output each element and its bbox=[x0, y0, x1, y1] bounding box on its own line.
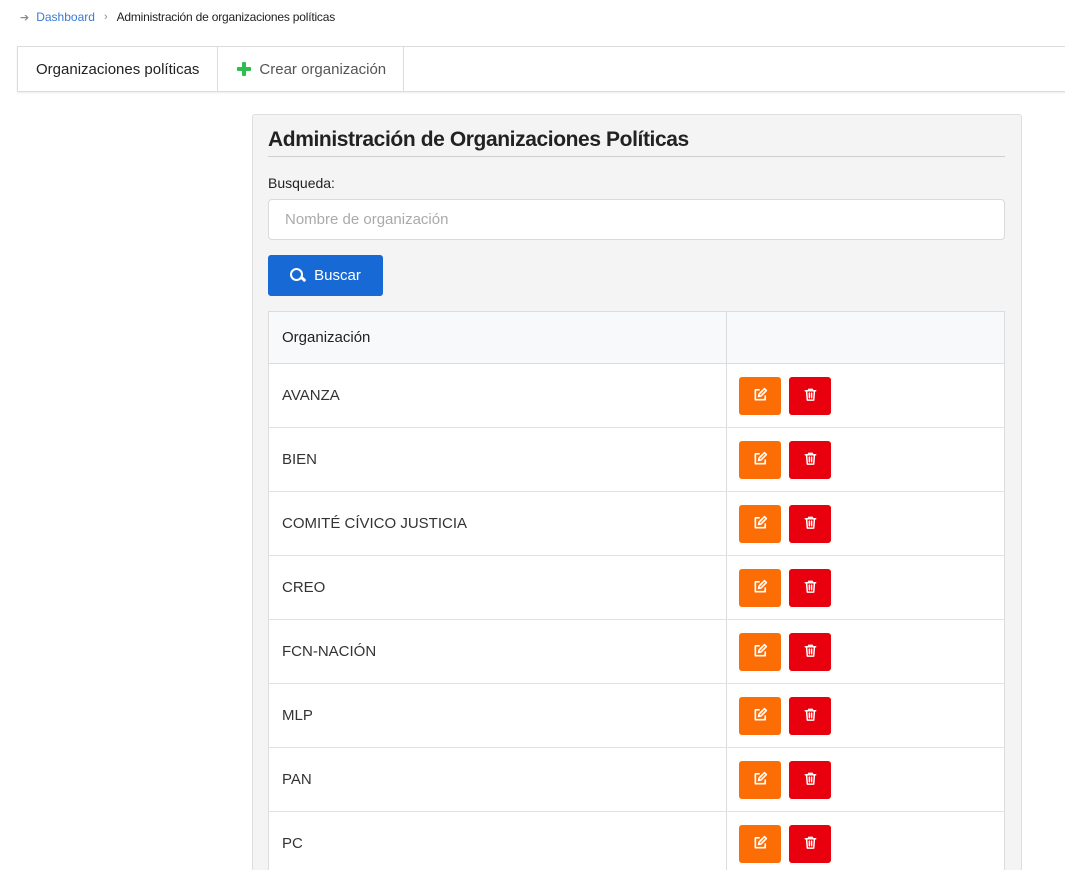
organization-name: MLP bbox=[268, 683, 727, 748]
delete-button[interactable] bbox=[789, 696, 831, 735]
trash-icon bbox=[803, 451, 818, 469]
edit-icon bbox=[753, 707, 768, 725]
table-row: PAN bbox=[268, 747, 1005, 812]
edit-button[interactable] bbox=[739, 696, 781, 735]
edit-icon bbox=[753, 515, 768, 533]
table-row: CREO bbox=[268, 555, 1005, 620]
action-buttons bbox=[739, 568, 1004, 607]
breadcrumb-current: Administración de organizaciones polític… bbox=[116, 10, 336, 24]
search-input[interactable] bbox=[268, 199, 1005, 240]
tab-label: Crear organización bbox=[259, 60, 387, 78]
table-body: AVANZA BIEN COMITÉ CÍVICO JUSTICIA CREO FCN-… bbox=[268, 363, 1005, 870]
chevron-right-icon: › bbox=[103, 11, 108, 23]
action-buttons bbox=[739, 504, 1004, 543]
table-header-row: Organización bbox=[268, 311, 1005, 364]
action-buttons bbox=[739, 696, 1004, 735]
page-title: Administración de Organizaciones Polític… bbox=[268, 128, 689, 151]
trash-icon bbox=[803, 515, 818, 533]
delete-button[interactable] bbox=[789, 824, 831, 863]
row-actions bbox=[726, 619, 1005, 684]
row-actions bbox=[726, 555, 1005, 620]
trash-icon bbox=[803, 707, 818, 725]
breadcrumb-dashboard-link[interactable]: Dashboard bbox=[36, 10, 95, 24]
action-buttons bbox=[739, 824, 1004, 863]
action-buttons bbox=[739, 760, 1004, 799]
search-label: Busqueda: bbox=[268, 175, 335, 191]
organization-name: PAN bbox=[268, 747, 727, 812]
action-buttons bbox=[739, 632, 1004, 671]
row-actions bbox=[726, 683, 1005, 748]
row-actions bbox=[726, 811, 1005, 870]
search-icon bbox=[290, 268, 305, 283]
edit-button[interactable] bbox=[739, 440, 781, 479]
organization-name: CREO bbox=[268, 555, 727, 620]
trash-icon bbox=[803, 771, 818, 789]
organization-name: FCN-NACIÓN bbox=[268, 619, 727, 684]
organizations-panel: Administración de Organizaciones Polític… bbox=[252, 114, 1022, 870]
column-header-organizacion: Organización bbox=[268, 311, 727, 364]
column-header-actions bbox=[726, 311, 1005, 364]
action-buttons bbox=[739, 376, 1004, 415]
plus-icon bbox=[237, 62, 252, 76]
organization-name: BIEN bbox=[268, 427, 727, 492]
table-row: PC bbox=[268, 811, 1005, 870]
row-actions bbox=[726, 427, 1005, 492]
edit-icon bbox=[753, 579, 768, 597]
row-actions bbox=[726, 747, 1005, 812]
delete-button[interactable] bbox=[789, 568, 831, 607]
tab-crear-organizacion[interactable]: Crear organización bbox=[218, 47, 405, 91]
delete-button[interactable] bbox=[789, 440, 831, 479]
table-row: FCN-NACIÓN bbox=[268, 619, 1005, 684]
edit-icon bbox=[753, 643, 768, 661]
action-buttons bbox=[739, 440, 1004, 479]
table-row: AVANZA bbox=[268, 363, 1005, 428]
edit-icon bbox=[753, 387, 768, 405]
delete-button[interactable] bbox=[789, 760, 831, 799]
edit-icon bbox=[753, 771, 768, 789]
organization-name: AVANZA bbox=[268, 363, 727, 428]
organizations-table: Organización AVANZA BIEN COMITÉ CÍVICO JUS… bbox=[268, 311, 1005, 870]
trash-icon bbox=[803, 835, 818, 853]
organization-name: PC bbox=[268, 811, 727, 870]
edit-button[interactable] bbox=[739, 760, 781, 799]
tab-label: Organizaciones políticas bbox=[36, 60, 200, 78]
row-actions bbox=[726, 491, 1005, 556]
edit-button[interactable] bbox=[739, 504, 781, 543]
trash-icon bbox=[803, 579, 818, 597]
edit-icon bbox=[753, 835, 768, 853]
tab-organizaciones-politicas[interactable]: Organizaciones políticas bbox=[18, 47, 219, 91]
table-row: COMITÉ CÍVICO JUSTICIA bbox=[268, 491, 1005, 556]
edit-button[interactable] bbox=[739, 376, 781, 415]
trash-icon bbox=[803, 387, 818, 405]
trash-icon bbox=[803, 643, 818, 661]
search-button-label: Buscar bbox=[314, 267, 361, 284]
breadcrumb: ➔ Dashboard › Administración de organiza… bbox=[20, 9, 335, 25]
edit-button[interactable] bbox=[739, 824, 781, 863]
delete-button[interactable] bbox=[789, 504, 831, 543]
delete-button[interactable] bbox=[789, 376, 831, 415]
arrow-right-icon: ➔ bbox=[20, 11, 30, 24]
organization-name: COMITÉ CÍVICO JUSTICIA bbox=[268, 491, 727, 556]
row-actions bbox=[726, 363, 1005, 428]
table-row: MLP bbox=[268, 683, 1005, 748]
divider bbox=[268, 156, 1005, 157]
delete-button[interactable] bbox=[789, 632, 831, 671]
tab-bar: Organizaciones políticas Crear organizac… bbox=[17, 46, 1065, 92]
edit-button[interactable] bbox=[739, 632, 781, 671]
edit-icon bbox=[753, 451, 768, 469]
edit-button[interactable] bbox=[739, 568, 781, 607]
search-button[interactable]: Buscar bbox=[268, 255, 383, 296]
table-row: BIEN bbox=[268, 427, 1005, 492]
